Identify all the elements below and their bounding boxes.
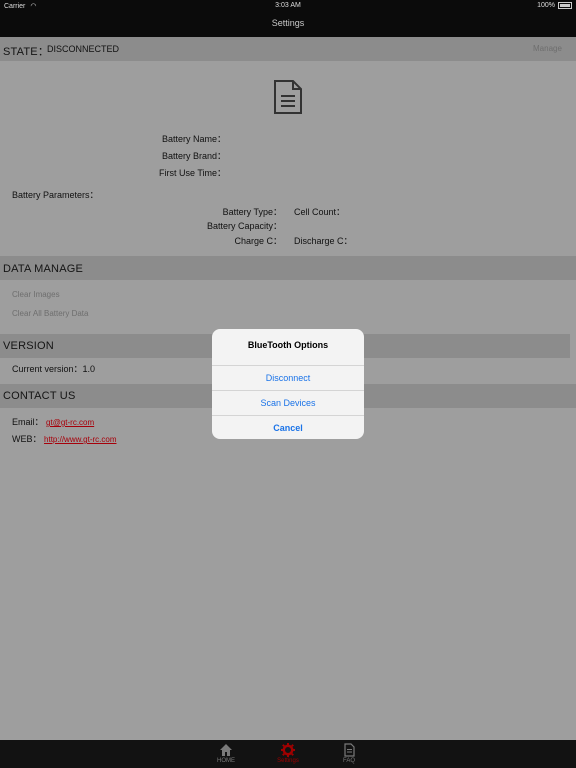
page-title: Settings — [271, 18, 305, 28]
battery-status: 100% — [537, 2, 572, 9]
gear-icon — [281, 743, 295, 757]
tab-settings-label: Settings — [277, 758, 299, 764]
document-icon — [344, 743, 355, 757]
web-link[interactable]: http://www.gt-rc.com — [44, 435, 116, 444]
battery-name-label: Battery Name： — [161, 134, 226, 144]
tab-home-label: HOME — [217, 758, 235, 764]
current-version-value: 1.0 — [82, 364, 96, 374]
data-manage-header: DATA MANAGE — [0, 256, 576, 280]
dialog-title: BlueTooth Options — [247, 340, 329, 350]
status-bar: Carrier ◠ 3:03 AM 100% — [0, 0, 576, 12]
tab-settings[interactable]: Settings — [268, 743, 308, 764]
battery-parameters-title: Battery Parameters： — [12, 190, 99, 200]
state-label: STATE： — [3, 46, 50, 58]
tab-faq-label: FAQ — [342, 758, 355, 764]
battery-icon — [558, 2, 572, 9]
web-label: WEB： — [12, 434, 42, 444]
data-manage-title: DATA MANAGE — [3, 263, 84, 275]
clock: 3:03 AM — [275, 2, 301, 9]
state-header: STATE： DISCONNECTED Manage — [0, 37, 576, 61]
clear-images-button[interactable]: Clear Images — [12, 290, 60, 299]
navigation-bar: Settings — [0, 12, 576, 37]
contact-title: CONTACT US — [3, 390, 76, 402]
version-title: VERSION — [3, 340, 54, 352]
home-icon — [220, 744, 232, 756]
current-version-label: Current version：1.0 — [12, 364, 96, 374]
clear-all-battery-data-button[interactable]: Clear All Battery Data — [12, 309, 88, 318]
cell-count-label: Cell Count： — [294, 207, 346, 217]
document-icon — [274, 80, 302, 114]
battery-type-label: Battery Type： — [222, 207, 282, 217]
tab-bar: HOME Settings FAQ — [0, 740, 576, 768]
scan-devices-button[interactable]: Scan Devices — [212, 390, 364, 415]
first-use-time-label: First Use Time： — [158, 168, 226, 178]
tab-faq[interactable]: FAQ — [329, 743, 369, 764]
battery-brand-label: Battery Brand： — [161, 151, 226, 161]
web-row: WEB： http://www.gt-rc.com — [12, 432, 117, 445]
email-label: Email： — [12, 417, 44, 427]
charge-c-label: Charge C： — [234, 236, 282, 246]
email-row: Email： gt@gt-rc.com — [12, 415, 94, 428]
manage-button[interactable]: Manage — [533, 44, 562, 53]
bluetooth-options-dialog: BlueTooth Options Disconnect Scan Device… — [212, 329, 364, 439]
state-value: DISCONNECTED — [47, 44, 120, 54]
cancel-button[interactable]: Cancel — [212, 415, 364, 439]
tab-home[interactable]: HOME — [206, 743, 246, 764]
discharge-c-label: Discharge C： — [294, 236, 353, 246]
disconnect-button[interactable]: Disconnect — [212, 365, 364, 390]
battery-capacity-label: Battery Capacity： — [206, 221, 282, 231]
email-link[interactable]: gt@gt-rc.com — [46, 418, 94, 427]
